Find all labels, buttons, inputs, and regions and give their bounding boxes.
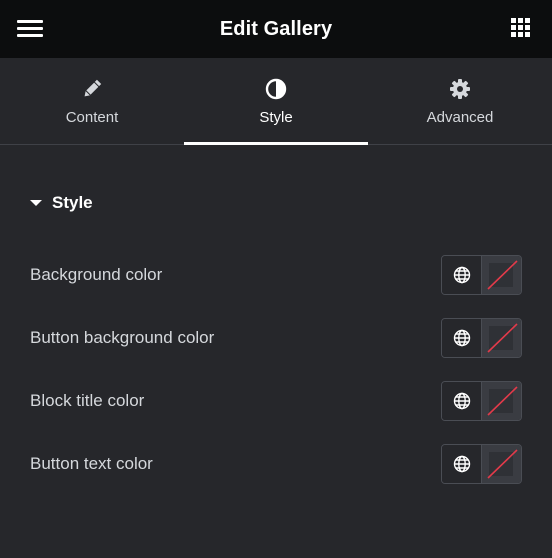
tab-bar: Content Style Advanced	[0, 58, 552, 145]
tab-label: Style	[259, 109, 293, 126]
color-swatch[interactable]	[482, 382, 521, 420]
control-label: Background color	[30, 265, 163, 284]
globe-icon[interactable]	[442, 319, 482, 357]
apps-grid-icon[interactable]	[511, 18, 531, 38]
globe-icon[interactable]	[442, 445, 482, 483]
pencil-icon	[81, 78, 103, 100]
globe-icon[interactable]	[442, 256, 482, 294]
color-picker	[441, 255, 522, 295]
section-toggle[interactable]: Style	[30, 193, 93, 213]
globe-icon[interactable]	[442, 382, 482, 420]
control-label: Block title color	[30, 391, 145, 410]
color-picker	[441, 381, 522, 421]
color-swatch[interactable]	[482, 319, 521, 357]
tab-label: Content	[65, 109, 119, 126]
gear-icon	[449, 78, 471, 100]
color-swatch[interactable]	[482, 445, 521, 483]
control-background-color: Background color	[30, 255, 522, 295]
hamburger-menu-icon[interactable]	[17, 19, 43, 39]
color-swatch[interactable]	[482, 256, 521, 294]
tab-label: Advanced	[426, 109, 494, 126]
section-title: Style	[52, 193, 93, 212]
half-circle-icon	[265, 78, 287, 100]
page-title: Edit Gallery	[219, 17, 333, 40]
color-picker	[441, 444, 522, 484]
control-button-background-color: Button background color	[30, 318, 522, 358]
top-bar: Edit Gallery	[0, 0, 552, 58]
control-button-text-color: Button text color	[30, 444, 522, 484]
tab-content[interactable]: Content	[0, 58, 184, 144]
caret-down-icon	[30, 200, 42, 206]
color-picker	[441, 318, 522, 358]
control-block-title-color: Block title color	[30, 381, 522, 421]
tab-advanced[interactable]: Advanced	[368, 58, 552, 144]
control-label: Button text color	[30, 454, 153, 473]
tab-style[interactable]: Style	[184, 58, 368, 145]
control-label: Button background color	[30, 328, 215, 347]
